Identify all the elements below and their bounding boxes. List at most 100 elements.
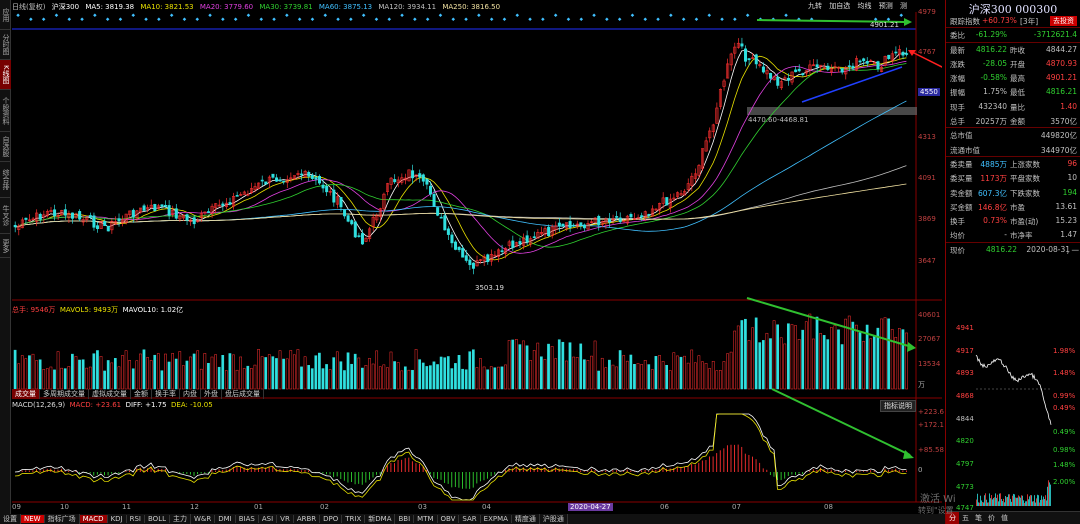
vol-tab-amount[interactable]: 金额 [131, 389, 152, 399]
ind-tab-dma[interactable]: 新DMA [365, 514, 396, 524]
volume-bar [142, 349, 146, 390]
vol-tab-inner[interactable]: 内盘 [180, 389, 201, 399]
left-tab-apps[interactable]: 应用 [0, 0, 11, 30]
intraday-volume-bar [987, 502, 988, 506]
ind-tab-rsi[interactable]: RSI [127, 515, 145, 523]
ind-tab-sar[interactable]: SAR [459, 515, 481, 523]
ind-tab-dmi[interactable]: DMI [215, 515, 236, 523]
volume-bar [672, 352, 676, 390]
tool-ma[interactable]: 均线 [857, 2, 871, 10]
mini-tick: 4868 [956, 392, 974, 400]
tool-measure[interactable]: 测 [900, 2, 907, 10]
volume-bar [400, 370, 404, 390]
kline-chart[interactable] [12, 12, 942, 512]
vol-tab-virtual[interactable]: 虚拟成交量 [89, 389, 131, 399]
ind-tab-wr[interactable]: W&R [191, 515, 216, 523]
arrow-head [904, 18, 912, 26]
candle-body [618, 217, 622, 222]
left-tab-diagnosis[interactable]: 牛叉诊断 [0, 198, 11, 234]
left-tab-timeshare[interactable]: 分时图 [0, 30, 11, 60]
period-label[interactable]: 日线(复权) [12, 3, 45, 11]
ma-line-250 [14, 183, 907, 228]
volume-bar [450, 368, 454, 390]
volume-bar [357, 357, 361, 390]
tool-add-watch[interactable]: 加自选 [829, 2, 850, 10]
candle-body [607, 218, 611, 223]
ind-tab-arbr[interactable]: ARBR [294, 515, 321, 523]
left-tab-profile[interactable]: 个股资料 [0, 90, 11, 132]
volume-bar [779, 337, 783, 390]
chart-tools: 九转 加自选 均线 预测 测 [808, 1, 912, 11]
left-tab-watchlist[interactable]: 自选股 [0, 132, 11, 162]
volume-bar [847, 315, 851, 390]
intraday-volume-bar [1013, 493, 1014, 506]
vol-tab-volume[interactable]: 成交量 [12, 389, 40, 399]
candle-body [300, 173, 304, 176]
ind-tab-precision[interactable]: 精度通 [512, 514, 540, 524]
vol-tab-afterhours[interactable]: 盘后成交量 [222, 389, 264, 399]
candle-body [192, 217, 196, 225]
ind-tab-expma[interactable]: EXPMA [481, 515, 512, 523]
left-tab-kline[interactable]: K线图 [0, 60, 11, 90]
volume-bar [318, 352, 321, 390]
volume-bar [736, 325, 740, 390]
vol-tab-multi[interactable]: 多周期成交量 [40, 389, 89, 399]
volume-bar [758, 342, 762, 390]
intraday-volume-bar [1033, 501, 1034, 506]
quote-value: 4816.22 [975, 44, 1007, 54]
ind-tab-macd[interactable]: MACD [79, 515, 108, 523]
intraday-volume-bar [1011, 501, 1012, 506]
ind-tab-mtm[interactable]: MTM [414, 515, 438, 523]
intraday-volume-bar [1008, 494, 1009, 506]
volume-bar [321, 368, 325, 390]
invest-button[interactable]: 去投资 [1050, 16, 1077, 26]
vol-tab-turnover[interactable]: 换手率 [152, 389, 180, 399]
quote-row: 振幅 1.75% 最低 4816.21 [946, 85, 1080, 99]
intraday-volume-bar [977, 493, 978, 506]
volume-bar [668, 370, 672, 390]
ind-tab-kdj[interactable]: KDJ [108, 515, 127, 523]
ind-tab-trix[interactable]: TRIX [342, 515, 366, 523]
quote-value: 1.75% [983, 87, 1007, 97]
ind-tab-asi[interactable]: ASI [259, 515, 278, 523]
ind-tab-boll[interactable]: BOLL [145, 515, 170, 523]
tool-nine-turn[interactable]: 九转 [808, 2, 822, 10]
volume-bar [192, 353, 196, 390]
ind-tab-bbi[interactable]: BBI [395, 515, 415, 523]
intraday-volume-bar [1050, 484, 1051, 506]
volume-bar [905, 332, 908, 390]
candle-body [858, 60, 862, 63]
ind-tab-vr[interactable]: VR [277, 515, 294, 523]
ind-tab-dpo[interactable]: DPO [320, 515, 343, 523]
ind-tab-bias[interactable]: BIAS [236, 515, 259, 523]
ind-tab-obv[interactable]: OBV [438, 515, 460, 523]
tool-forecast[interactable]: 预测 [879, 2, 893, 10]
left-tab-more[interactable]: 更多 [0, 234, 11, 258]
volume-bar [561, 341, 565, 390]
ind-tab-settings[interactable]: 设置 [0, 514, 21, 524]
volume-bar [829, 327, 833, 390]
ind-tab-square[interactable]: 指标广场 [45, 514, 80, 524]
ind-tab-new[interactable]: NEW [21, 515, 45, 523]
volume-bar [679, 356, 683, 390]
candle-body [754, 54, 758, 65]
indicator-tabs: 设置 NEW 指标广场 MACD KDJ RSI BOLL 主力 W&R DMI BIAS ASI VR… [0, 514, 945, 524]
candle-body [432, 194, 436, 207]
ind-tab-hk-connect[interactable]: 沪股通 [540, 514, 568, 524]
panel-tab-five[interactable]: 五 [959, 512, 972, 524]
panel-tab-tick[interactable]: 笔 [972, 512, 985, 524]
signal-diamond [144, 17, 148, 21]
left-tab-ranking[interactable]: 综合排名 [0, 162, 11, 198]
mini-pct: 0.98% [1053, 446, 1076, 454]
ind-tab-main[interactable]: 主力 [170, 514, 191, 524]
volume-bar [199, 368, 203, 390]
volume-bar [797, 339, 801, 390]
volume-bar [113, 358, 117, 390]
panel-tab-value[interactable]: 值 [998, 512, 1011, 524]
panel-tab-price[interactable]: 价 [985, 512, 998, 524]
indicator-help-button[interactable]: 指标说明 [880, 400, 916, 412]
vol-tab-outer[interactable]: 外盘 [201, 389, 222, 399]
mcap-value: 449820亿 [1040, 131, 1077, 141]
ma5-value: MA5: 3819.38 [85, 3, 135, 11]
intraday-volume-bar [994, 497, 995, 506]
